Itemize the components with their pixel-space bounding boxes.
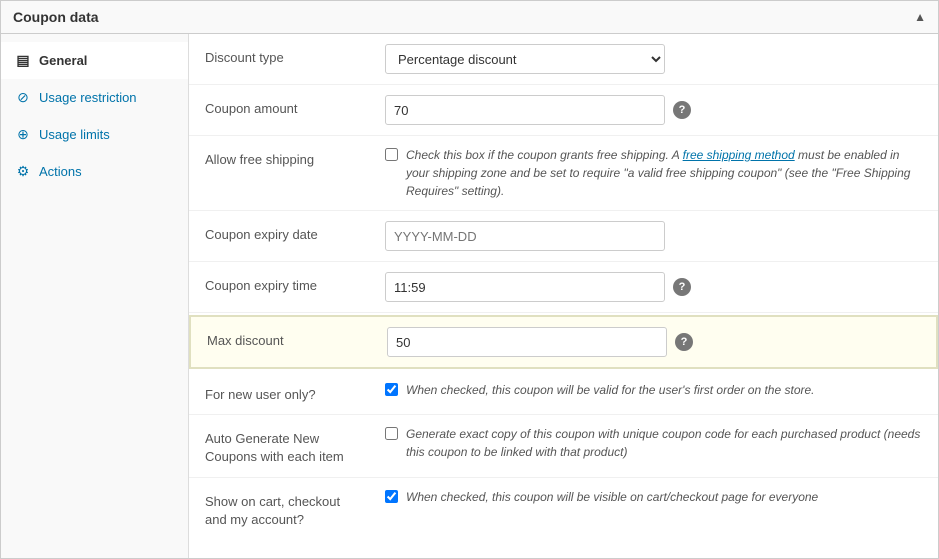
auto-generate-checkbox-container: Generate exact copy of this coupon with … bbox=[385, 425, 922, 461]
sidebar-item-usage-limits[interactable]: ⊕ Usage limits bbox=[1, 116, 188, 153]
free-shipping-content: Check this box if the coupon grants free… bbox=[385, 146, 922, 200]
panel-title: Coupon data bbox=[13, 9, 99, 25]
coupon-panel: Coupon data ▲ ▤ General ⊘ Usage restrict… bbox=[0, 0, 939, 559]
free-shipping-checkbox[interactable] bbox=[385, 148, 398, 161]
show-on-cart-checkbox-container: When checked, this coupon will be visibl… bbox=[385, 488, 818, 506]
free-shipping-description: Check this box if the coupon grants free… bbox=[406, 146, 922, 200]
coupon-amount-content: ? bbox=[385, 95, 922, 125]
show-on-cart-label-line1: Show on cart, checkout bbox=[205, 494, 340, 509]
max-discount-input[interactable] bbox=[387, 327, 667, 357]
panel-header[interactable]: Coupon data ▲ bbox=[1, 1, 938, 34]
max-discount-label: Max discount bbox=[207, 327, 387, 350]
new-user-only-checkbox-container: When checked, this coupon will be valid … bbox=[385, 381, 815, 399]
max-discount-help-icon[interactable]: ? bbox=[675, 333, 693, 351]
auto-generate-description: Generate exact copy of this coupon with … bbox=[406, 425, 922, 461]
discount-type-row: Discount type Percentage discount Fixed … bbox=[189, 34, 938, 85]
show-on-cart-checkbox[interactable] bbox=[385, 490, 398, 503]
auto-generate-label-line2: Coupons with each item bbox=[205, 449, 344, 464]
new-user-only-checkbox[interactable] bbox=[385, 383, 398, 396]
show-on-cart-content: When checked, this coupon will be visibl… bbox=[385, 488, 922, 506]
free-shipping-link[interactable]: free shipping method bbox=[683, 148, 795, 162]
auto-generate-row: Auto Generate New Coupons with each item… bbox=[189, 415, 938, 477]
coupon-expiry-date-row: Coupon expiry date bbox=[189, 211, 938, 262]
discount-type-select[interactable]: Percentage discount Fixed cart discount … bbox=[385, 44, 665, 74]
discount-type-label: Discount type bbox=[205, 44, 385, 67]
new-user-only-label: For new user only? bbox=[205, 381, 385, 404]
coupon-expiry-time-label: Coupon expiry time bbox=[205, 272, 385, 295]
max-discount-row: Max discount ? bbox=[189, 315, 938, 369]
coupon-amount-input[interactable] bbox=[385, 95, 665, 125]
show-on-cart-row: Show on cart, checkout and my account? W… bbox=[189, 478, 938, 539]
show-on-cart-label-line2: and my account? bbox=[205, 512, 304, 527]
coupon-expiry-date-content bbox=[385, 221, 922, 251]
auto-generate-label-line1: Auto Generate New bbox=[205, 431, 319, 446]
max-discount-content: ? bbox=[387, 327, 920, 357]
coupon-expiry-time-help-icon[interactable]: ? bbox=[673, 278, 691, 296]
show-on-cart-description: When checked, this coupon will be visibl… bbox=[406, 488, 818, 506]
free-shipping-label: Allow free shipping bbox=[205, 146, 385, 169]
sidebar-item-actions[interactable]: ⚙ Actions bbox=[1, 153, 188, 190]
sidebar-item-usage-restriction[interactable]: ⊘ Usage restriction bbox=[1, 79, 188, 116]
auto-generate-checkbox[interactable] bbox=[385, 427, 398, 440]
coupon-amount-label: Coupon amount bbox=[205, 95, 385, 118]
restriction-icon: ⊘ bbox=[15, 89, 31, 106]
sidebar-label-actions: Actions bbox=[39, 164, 82, 179]
sidebar-label-general: General bbox=[39, 53, 87, 68]
coupon-expiry-date-input[interactable] bbox=[385, 221, 665, 251]
limits-icon: ⊕ bbox=[15, 126, 31, 143]
new-user-only-row: For new user only? When checked, this co… bbox=[189, 371, 938, 415]
main-content: Discount type Percentage discount Fixed … bbox=[189, 34, 938, 558]
coupon-amount-row: Coupon amount ? bbox=[189, 85, 938, 136]
free-shipping-text-part1: Check this box if the coupon grants free… bbox=[406, 148, 683, 162]
coupon-amount-help-icon[interactable]: ? bbox=[673, 101, 691, 119]
actions-icon: ⚙ bbox=[15, 163, 31, 180]
new-user-only-content: When checked, this coupon will be valid … bbox=[385, 381, 922, 399]
new-user-only-description: When checked, this coupon will be valid … bbox=[406, 381, 815, 399]
grid-icon: ▤ bbox=[15, 52, 31, 69]
show-on-cart-label: Show on cart, checkout and my account? bbox=[205, 488, 385, 529]
panel-body: ▤ General ⊘ Usage restriction ⊕ Usage li… bbox=[1, 34, 938, 558]
free-shipping-checkbox-container: Check this box if the coupon grants free… bbox=[385, 146, 922, 200]
free-shipping-row: Allow free shipping Check this box if th… bbox=[189, 136, 938, 211]
collapse-icon[interactable]: ▲ bbox=[914, 10, 926, 24]
sidebar-label-usage-limits: Usage limits bbox=[39, 127, 110, 142]
coupon-expiry-time-content: ? bbox=[385, 272, 922, 302]
sidebar-label-usage-restriction: Usage restriction bbox=[39, 90, 137, 105]
auto-generate-content: Generate exact copy of this coupon with … bbox=[385, 425, 922, 461]
coupon-expiry-date-label: Coupon expiry date bbox=[205, 221, 385, 244]
discount-type-content: Percentage discount Fixed cart discount … bbox=[385, 44, 922, 74]
coupon-expiry-time-row: Coupon expiry time ? bbox=[189, 262, 938, 313]
coupon-expiry-time-input[interactable] bbox=[385, 272, 665, 302]
sidebar-item-general[interactable]: ▤ General bbox=[1, 42, 188, 79]
auto-generate-label: Auto Generate New Coupons with each item bbox=[205, 425, 385, 466]
sidebar: ▤ General ⊘ Usage restriction ⊕ Usage li… bbox=[1, 34, 189, 558]
